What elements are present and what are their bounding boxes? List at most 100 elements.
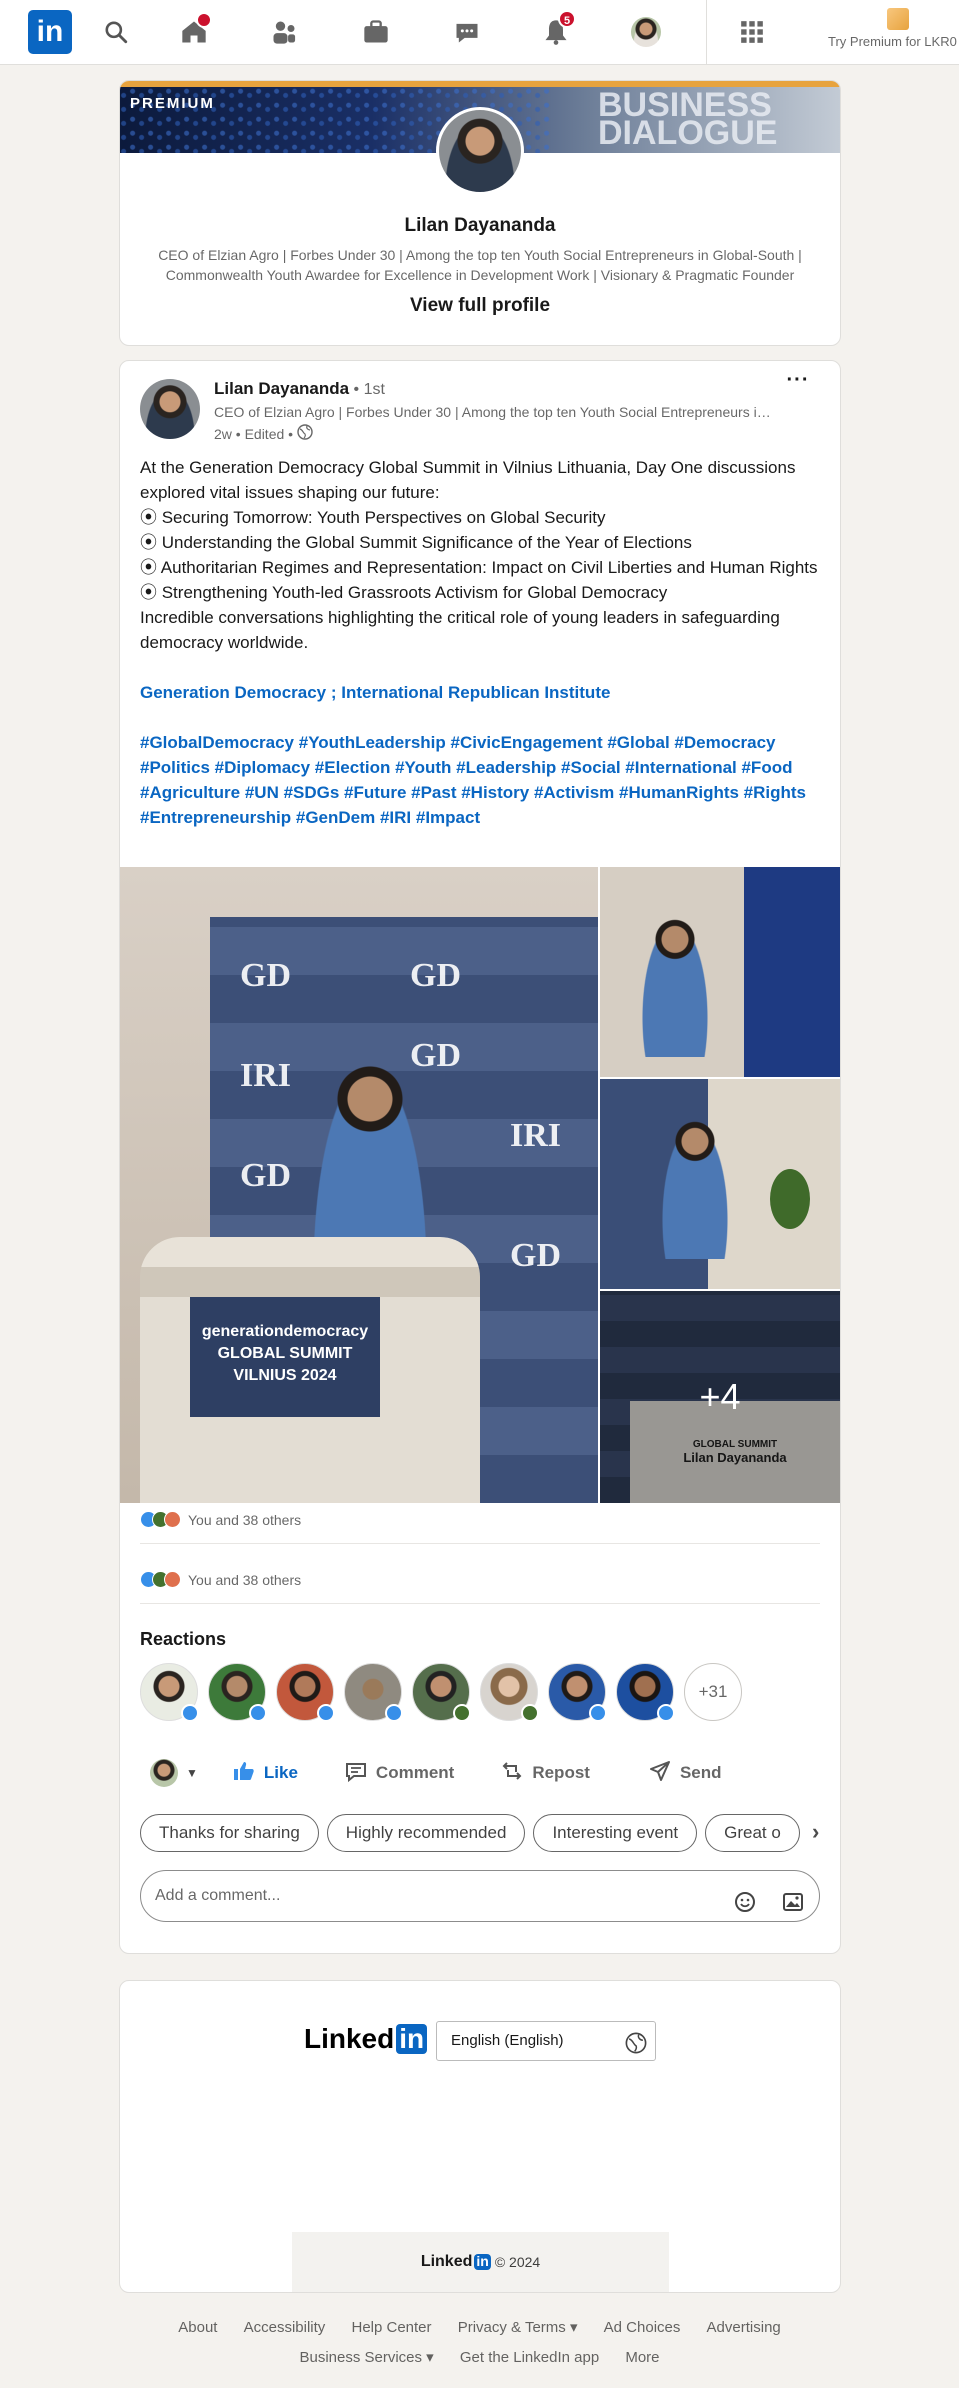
send-label: Send	[679, 1763, 722, 1782]
reactions-count[interactable]: You and 38 others	[188, 1572, 301, 1588]
profile-name[interactable]: Lilan Dayananda	[120, 215, 840, 237]
profile-card: PREMIUM BUSINESS DIALOGUE Lilan Dayanand…	[119, 80, 841, 346]
suggested-comment-pill[interactable]: Highly recommended	[326, 1814, 526, 1852]
view-full-profile-link[interactable]: View full profile	[120, 295, 840, 317]
repost-button[interactable]: Repost	[486, 1749, 604, 1797]
cover-brand-text: BUSINESS DIALOGUE	[598, 86, 778, 152]
reactor-avatar[interactable]	[276, 1663, 335, 1722]
footer-link[interactable]: Get the LinkedIn app	[460, 2349, 599, 2366]
messaging-icon[interactable]	[449, 14, 485, 50]
post-author[interactable]: Lilan Dayananda • 1st	[214, 379, 385, 399]
copyright: Linked in © 2024	[292, 2232, 669, 2292]
reactor-avatar[interactable]	[208, 1663, 267, 1722]
post-line: At the Generation Democracy Global Summi…	[140, 458, 796, 502]
comment-button[interactable]: Comment	[330, 1749, 468, 1797]
footer-link[interactable]: Advertising	[707, 2319, 781, 2336]
my-avatar	[150, 1759, 178, 1787]
like-label: Like	[263, 1763, 298, 1782]
mention-iri[interactable]: International Republican Institute	[341, 683, 610, 702]
notifications-icon[interactable]: 5	[538, 10, 576, 50]
post-more-button[interactable]: ···	[780, 369, 816, 395]
footer-link[interactable]: Help Center	[351, 2319, 431, 2336]
like-button[interactable]: Like	[218, 1749, 312, 1797]
mention-separator: ;	[326, 683, 342, 702]
comment-label: Comment	[375, 1763, 455, 1782]
backdrop-text: GD	[240, 957, 291, 994]
divider	[140, 1543, 820, 1544]
backdrop-text: GD	[410, 957, 461, 994]
post-card: Lilan Dayananda • 1st CEO of Elzian Agro…	[119, 360, 841, 1954]
podium-panel: generationdemocracy GLOBAL SUMMIT VILNIU…	[190, 1297, 380, 1417]
more-photos-overlay[interactable]: +4	[600, 1291, 840, 1503]
post-photo-grid: GD GD IRI GD GD IRI IRI GD generationdem…	[120, 867, 840, 1503]
emoji-icon[interactable]	[733, 1885, 757, 1912]
reactor-avatar[interactable]	[140, 1663, 199, 1722]
profile-headline: CEO of Elzian Agro | Forbes Under 30 | A…	[158, 247, 802, 283]
reactor-avatar[interactable]	[548, 1663, 607, 1722]
post-author-name[interactable]: Lilan Dayananda	[214, 379, 349, 398]
try-premium-link[interactable]: Try Premium for LKR0	[828, 8, 959, 49]
more-reactors-button[interactable]: +31	[684, 1663, 742, 1721]
mention-generation-democracy[interactable]: Generation Democracy	[140, 683, 326, 702]
suggested-comments: Thanks for sharing Highly recommended In…	[140, 1814, 830, 1854]
repost-label: Repost	[532, 1763, 590, 1782]
footer-link[interactable]: Privacy & Terms ▾	[458, 2318, 578, 2336]
small-wordmark-in: in	[474, 2253, 491, 2270]
language-select[interactable]: English (English)	[436, 2021, 656, 2061]
post-actions: ▼ Like Comment Repost Send	[140, 1747, 820, 1799]
add-comment-input[interactable]: Add a comment...	[140, 1870, 820, 1922]
wordmark-text: Linked	[304, 2023, 395, 2054]
send-icon	[648, 1759, 672, 1788]
connection-degree: • 1st	[349, 381, 385, 398]
footer-link[interactable]: About	[178, 2319, 217, 2336]
linkedin-logo[interactable]: in	[28, 10, 72, 54]
post-text: At the Generation Democracy Global Summi…	[140, 455, 820, 830]
footer-link[interactable]: More	[625, 2349, 659, 2366]
suggested-comment-pill[interactable]: Great o	[705, 1814, 800, 1852]
top-nav: in 5 Try Premium for LKR0	[0, 0, 959, 65]
react-as-selector[interactable]: ▼	[140, 1749, 218, 1797]
language-value: English (English)	[451, 2032, 564, 2049]
send-button[interactable]: Send	[634, 1749, 736, 1797]
reactor-avatar[interactable]	[412, 1663, 471, 1722]
home-icon[interactable]	[176, 12, 212, 50]
post-line: ⦿ Understanding the Global Summit Signif…	[140, 533, 692, 552]
notifications-badge: 5	[558, 10, 576, 28]
globe-icon	[297, 424, 313, 443]
my-network-icon[interactable]	[266, 14, 302, 50]
post-hashtags[interactable]: #GlobalDemocracy #YouthLeadership #Civic…	[140, 730, 820, 830]
reactor-avatar[interactable]	[616, 1663, 675, 1722]
wordmark-in: in	[396, 2023, 428, 2055]
post-photo-2[interactable]	[600, 867, 840, 1077]
chevron-down-icon: ▼	[186, 1766, 198, 1780]
backdrop-text: GD	[510, 1237, 561, 1274]
image-icon[interactable]	[781, 1885, 805, 1911]
reactions-count[interactable]: You and 38 others	[188, 1512, 301, 1528]
post-photo-3[interactable]	[600, 1079, 840, 1289]
post-photo-main[interactable]: GD GD IRI GD GD IRI IRI GD generationdem…	[120, 867, 598, 1503]
reactor-avatar[interactable]	[480, 1663, 539, 1722]
post-author-avatar[interactable]	[140, 379, 200, 439]
backdrop-text: GD	[240, 1157, 291, 1194]
profile-avatar[interactable]	[436, 107, 524, 195]
reactions-summary[interactable]: You and 38 others	[140, 1571, 301, 1588]
footer-link[interactable]: Ad Choices	[604, 2319, 681, 2336]
footer-link[interactable]: Accessibility	[244, 2319, 326, 2336]
home-badge	[196, 12, 212, 28]
search-icon[interactable]	[98, 14, 134, 50]
work-grid-icon[interactable]	[734, 14, 770, 50]
suggested-comment-pill[interactable]: Interesting event	[533, 1814, 698, 1852]
reactor-faces: +31	[140, 1663, 742, 1722]
chevron-right-icon[interactable]: ›	[812, 1819, 819, 1845]
reaction-icons	[140, 1511, 181, 1528]
suggested-comment-pill[interactable]: Thanks for sharing	[140, 1814, 319, 1852]
footer-link[interactable]: Business Services ▾	[299, 2348, 433, 2366]
reactions-summary[interactable]: You and 38 others	[140, 1511, 301, 1528]
copyright-text: © 2024	[494, 2254, 541, 2270]
comment-icon	[344, 1759, 368, 1788]
reactor-avatar[interactable]	[344, 1663, 403, 1722]
reactions-title: Reactions	[140, 1629, 227, 1649]
post-line: ⦿ Authoritarian Regimes and Representati…	[140, 558, 818, 577]
jobs-icon[interactable]	[358, 14, 394, 50]
me-avatar[interactable]	[628, 14, 664, 50]
